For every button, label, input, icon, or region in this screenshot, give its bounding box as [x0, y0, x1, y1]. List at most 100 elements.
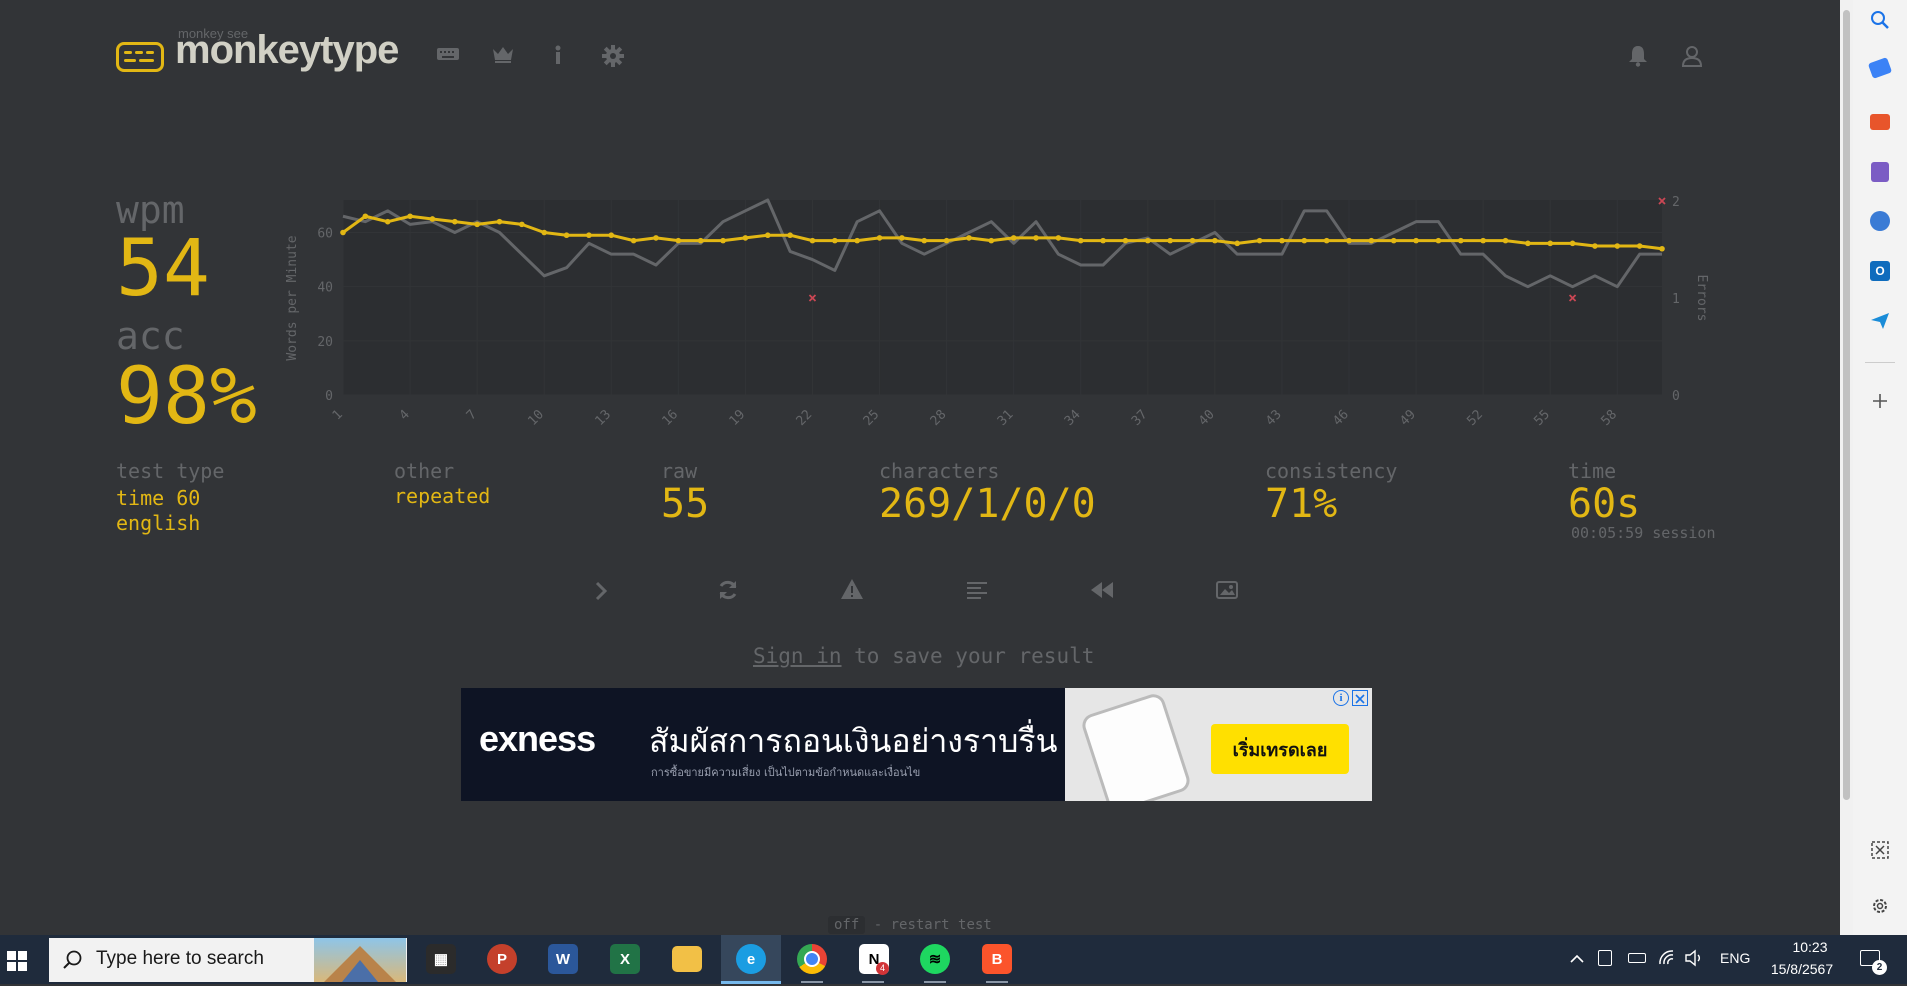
bell-icon[interactable] [1628, 45, 1648, 67]
x-tick-label: 10 [525, 407, 547, 429]
crown-icon[interactable] [491, 44, 515, 64]
battery-icon[interactable] [1628, 953, 1646, 963]
wpm-point [429, 216, 436, 222]
spotify-icon[interactable]: ≋ [920, 944, 950, 974]
sidebar-m365-icon[interactable] [1870, 211, 1890, 231]
sidebar-shopping-icon[interactable] [1867, 57, 1893, 79]
wpm-point [854, 237, 860, 244]
tray-chevron-icon[interactable] [1568, 950, 1586, 972]
wpm-point [1279, 237, 1285, 244]
sidebar-search-icon[interactable] [1870, 10, 1890, 34]
ad-info-icon[interactable]: i [1333, 690, 1349, 706]
wpm-point [1077, 237, 1084, 244]
wpm-point [1592, 243, 1598, 249]
excel-icon[interactable]: X [610, 944, 640, 974]
sidebar-outlook-icon[interactable]: O [1870, 261, 1890, 281]
sidebar-add-icon[interactable] [1870, 391, 1890, 415]
wpm-point [832, 237, 838, 244]
wpm-point [563, 232, 570, 239]
consistency-value: 71% [1265, 481, 1338, 527]
file-explorer-icon[interactable] [672, 946, 702, 972]
x-tick-label: 31 [995, 407, 1017, 429]
edge-icon[interactable]: e [736, 944, 766, 974]
consistency-label: consistency [1265, 459, 1398, 483]
hint-key: off [828, 916, 866, 934]
characters-label: characters [879, 459, 1000, 483]
sidebar-tools-icon[interactable] [1870, 114, 1890, 130]
wpm-point [407, 213, 413, 220]
x-tick-label: 16 [659, 407, 681, 429]
chrome-running-indicator [801, 981, 823, 983]
wpm-point [608, 232, 615, 239]
spotify-running-indicator [924, 981, 946, 983]
notion-badge: 4 [876, 962, 889, 975]
sidebar-games-icon[interactable] [1871, 162, 1889, 182]
info-icon[interactable] [552, 45, 564, 65]
hint-text: - restart test [865, 917, 992, 933]
keyboard-icon[interactable] [436, 46, 460, 62]
wpm-point [1122, 237, 1129, 244]
wpm-point [451, 218, 458, 225]
scrollbar-thumb[interactable] [1843, 10, 1850, 800]
sidebar-capture-icon[interactable] [1870, 840, 1890, 864]
signin-text: to save your result [841, 644, 1095, 668]
clock-date[interactable]: 15/8/2567 [1764, 961, 1840, 977]
powerpoint-icon[interactable]: P [487, 944, 517, 974]
language-indicator[interactable]: ENG [1720, 950, 1750, 966]
signin-link[interactable]: Sign in [753, 644, 842, 668]
wpm-point [1480, 237, 1486, 244]
next-test-icon[interactable] [594, 580, 608, 602]
notion-running-indicator [862, 981, 884, 983]
wpm-point [787, 232, 793, 239]
gear-icon[interactable] [602, 45, 624, 67]
wpm-point [899, 235, 905, 241]
wpm-point [742, 235, 749, 241]
x-tick-label: 37 [1129, 407, 1151, 429]
windows-start-icon[interactable] [6, 950, 28, 976]
wpm-point [384, 218, 391, 225]
clock-time[interactable]: 10:23 [1780, 939, 1840, 955]
wpm-point [1569, 240, 1576, 247]
chrome-icon[interactable] [797, 944, 827, 974]
replay-icon[interactable] [1089, 580, 1115, 600]
restart-icon[interactable] [716, 578, 740, 602]
x-tick-label: 49 [1397, 407, 1419, 429]
word-icon[interactable]: W [548, 944, 578, 974]
wifi-icon[interactable] [1658, 949, 1676, 971]
x-tick-label: 40 [1196, 407, 1218, 429]
ad-close-icon[interactable] [1352, 690, 1368, 706]
wpm-point [1010, 235, 1017, 241]
y-tick-label: 40 [317, 281, 333, 296]
wpm-point [1636, 243, 1643, 249]
wpm-point [1413, 237, 1419, 244]
calculator-icon[interactable]: ▦ [426, 944, 456, 974]
screenshot-icon[interactable] [1216, 580, 1238, 600]
ad-cta-button[interactable]: เริ่มเทรดเลย [1211, 724, 1349, 774]
sidebar-send-icon[interactable] [1870, 311, 1890, 335]
wpm-point [921, 237, 928, 244]
wpm-chart: Words per Minute Errors 1 4 7 10 13 16 19 22 25 2… [285, 195, 1709, 429]
x-tick-label: 19 [727, 407, 749, 429]
volume-icon[interactable] [1684, 949, 1704, 971]
brave-icon[interactable]: B [982, 944, 1012, 974]
ad-banner[interactable]: exness สัมผัสการถอนเงินอย่างราบรื่น การซ… [461, 688, 1372, 801]
sidebar-settings-icon[interactable] [1870, 896, 1890, 920]
tray-meet-icon[interactable] [1598, 950, 1612, 966]
wpm-value: 54 [116, 224, 210, 314]
search-highlight-image [314, 938, 406, 982]
wpm-point [1212, 237, 1218, 244]
y2-tick-label: 0 [1672, 389, 1680, 404]
wpm-point [1346, 237, 1352, 244]
wpm-point [1234, 240, 1241, 247]
time-value: 60s [1568, 481, 1641, 527]
logo-icon[interactable] [116, 42, 164, 72]
x-tick-label: 34 [1062, 407, 1084, 429]
logo-text[interactable]: monkeytype [175, 28, 399, 73]
wpm-point [1457, 237, 1464, 244]
wpm-point [1525, 240, 1531, 247]
wpm-point [1055, 235, 1062, 241]
words-history-icon[interactable] [966, 580, 988, 600]
ad-brand: exness [479, 718, 596, 759]
user-icon[interactable] [1681, 45, 1703, 67]
report-icon[interactable] [840, 578, 864, 600]
